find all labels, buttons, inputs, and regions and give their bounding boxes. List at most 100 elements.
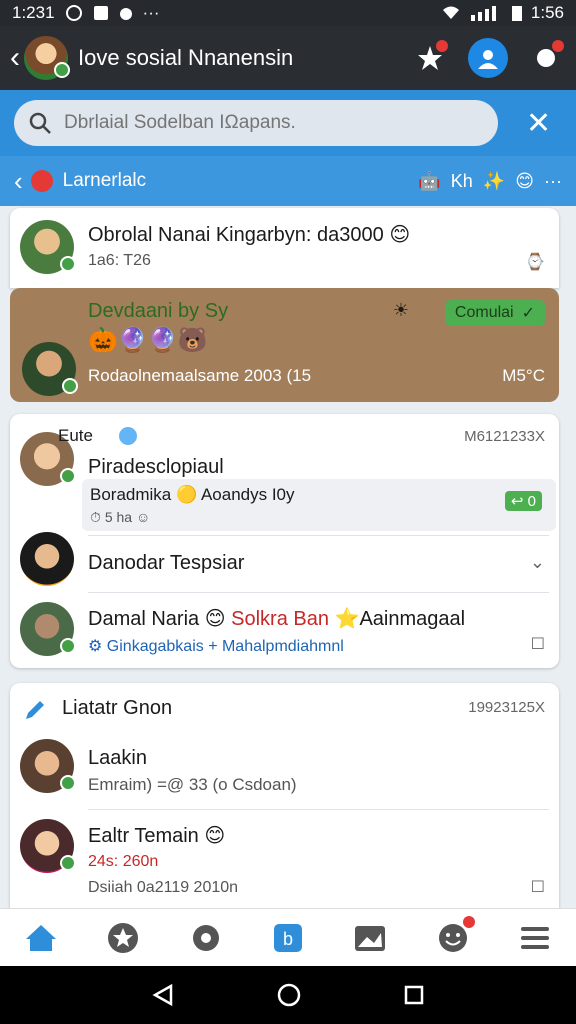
profile-button[interactable] (468, 38, 508, 78)
chat-meta: M5°C (502, 366, 545, 385)
checkbox-icon[interactable]: ☐ (531, 877, 545, 897)
online-status-icon (62, 378, 78, 394)
chat-title[interactable]: Ealtr Temain 😊 (88, 823, 225, 848)
more-dots-icon: ··· (142, 3, 160, 22)
status-time-left: 1:231 (12, 3, 55, 22)
timestamp: 19923125X (468, 699, 545, 716)
image-icon (355, 925, 386, 951)
chat-subtitle: Emraim) =@ 33 (o Csdoan) (88, 775, 297, 794)
status-bar: 1:231 ··· 1:56 (0, 0, 576, 26)
avatar (22, 342, 78, 396)
home-icon (26, 924, 57, 951)
emoji-badge (462, 915, 475, 928)
notification-button[interactable] (410, 38, 450, 78)
b-icon: b (273, 923, 302, 952)
sun-icon: ☀ (392, 300, 409, 320)
search-input[interactable] (64, 112, 464, 134)
message-subtext: ⏱ 5 ha ☺ (90, 509, 151, 525)
nav-settings[interactable] (186, 918, 226, 958)
arrow-icon: ↩ (510, 493, 524, 510)
home-circle-icon[interactable] (276, 982, 302, 1008)
search-box[interactable] (14, 100, 498, 146)
chat-title[interactable]: Damal Naria 😊 Solkra Ban ⭐Aainmagaal (88, 606, 465, 631)
chevron-down-icon[interactable]: ⌄ (530, 552, 545, 573)
chat-subtitle: ⚙ Ginkagabkais + Mahalpmdiahmnl (88, 638, 344, 655)
section-title: Larnerlalc (62, 170, 147, 191)
nav-home[interactable] (21, 918, 61, 958)
svg-text:b: b (283, 929, 293, 949)
chat-item[interactable]: Obrolal Nanai Kingarbyn: da3000 😊 1a6: T… (10, 208, 559, 288)
status-badge[interactable]: Comulai ✓ (444, 300, 545, 326)
nav-gallery[interactable] (350, 918, 390, 958)
wifi-icon (441, 5, 461, 21)
clock-icon: ⌚ (525, 254, 545, 271)
app-header: ‹ Iove sosial Nnanensin (0, 26, 576, 90)
online-status-icon (54, 62, 70, 78)
sparkle-icon: ✨ (482, 170, 506, 191)
group-label: Eute (58, 426, 93, 445)
search-icon (29, 112, 51, 134)
system-navigation (0, 966, 576, 1024)
sub-header: ‹ Larnerlalc 🤖 Kh ✨ 😊 ··· (0, 156, 576, 206)
notification-badge (436, 40, 448, 52)
message-preview[interactable]: Boradmika 🟡 Aoandys I0y ⏱ 5 ha ☺ ↩ 0 (82, 479, 556, 531)
avatar (20, 602, 76, 656)
divider (88, 592, 549, 593)
alert-badge (552, 40, 564, 52)
face-icon: 😊 (515, 170, 535, 191)
online-status-icon (60, 468, 76, 484)
close-icon[interactable]: ✕ (526, 106, 551, 141)
avatar (20, 532, 74, 586)
recents-icon[interactable] (403, 984, 425, 1006)
timestamp: M6121233X (464, 428, 545, 445)
chat-subtitle: 1a6: T26 (88, 252, 151, 269)
nav-favorites[interactable] (103, 918, 143, 958)
chat-title[interactable]: Danodar Tespsiar (88, 552, 244, 575)
reply-count-badge: ↩ 0 (504, 491, 542, 511)
signal-icon (469, 5, 503, 21)
group-card: Liatatr Gnon 19923125X Laakin Emraim) =@… (10, 683, 559, 909)
group-badge-icon (30, 170, 53, 192)
online-status-icon (60, 638, 76, 654)
nav-emoji[interactable] (433, 915, 475, 958)
divider (88, 809, 549, 810)
more-icon[interactable]: ··· (544, 171, 562, 192)
app-icon (93, 5, 109, 21)
verified-icon (119, 427, 137, 445)
check-icon: ✓ (521, 305, 535, 322)
back-icon[interactable] (151, 983, 175, 1007)
checkbox-icon[interactable]: ☐ (531, 634, 545, 654)
message-text: Boradmika 🟡 Aoandys I0y (90, 485, 295, 504)
avatar (20, 819, 76, 873)
settings-icon (192, 924, 219, 951)
star-icon (108, 922, 139, 953)
chat-emojis: 🎃🔮🔮🐻 (88, 327, 208, 354)
subbar-right-text: Kh (450, 170, 473, 191)
bottom-navigation: b (0, 908, 576, 966)
chat-title: Obrolal Nanai Kingarbyn: da3000 😊 (88, 224, 411, 246)
chat-title[interactable]: Laakin (88, 747, 147, 770)
chat-subtitle: Rodaolnemaalsame 2003 (15 (88, 366, 312, 385)
avatar[interactable] (24, 36, 70, 80)
nav-menu[interactable] (515, 918, 555, 958)
chat-subtitle: Dsiiah 0a2119 2010n (88, 879, 239, 896)
group-card: Eute M6121233X Piradesclopiaul Boradmika… (10, 414, 559, 668)
online-status-icon (60, 855, 76, 871)
chat-subtitle-red: 24s: 260n (88, 853, 159, 870)
page-title: Iove sosial Nnanensin (78, 45, 294, 70)
battery-icon (511, 4, 523, 22)
back-arrow-icon[interactable]: ‹ (10, 41, 20, 75)
alerts-button[interactable] (526, 38, 566, 78)
apple-icon (119, 6, 133, 20)
nav-b[interactable]: b (268, 918, 308, 958)
online-status-icon (60, 256, 76, 272)
avatar (20, 220, 76, 274)
notification-icon (65, 4, 83, 22)
chat-title: Devdaani by Sy (88, 300, 229, 322)
emoji-icon (438, 923, 467, 952)
pencil-icon (26, 701, 44, 719)
status-time-right: 1:56 (530, 3, 564, 22)
chat-title[interactable]: Piradesclopiaul (88, 456, 224, 479)
back-chevron-icon[interactable]: ‹ (14, 166, 23, 197)
chat-item-highlighted[interactable]: Devdaani by Sy 🎃🔮🔮🐻 ☀ Comulai ✓ Rodaolnem… (10, 288, 559, 402)
